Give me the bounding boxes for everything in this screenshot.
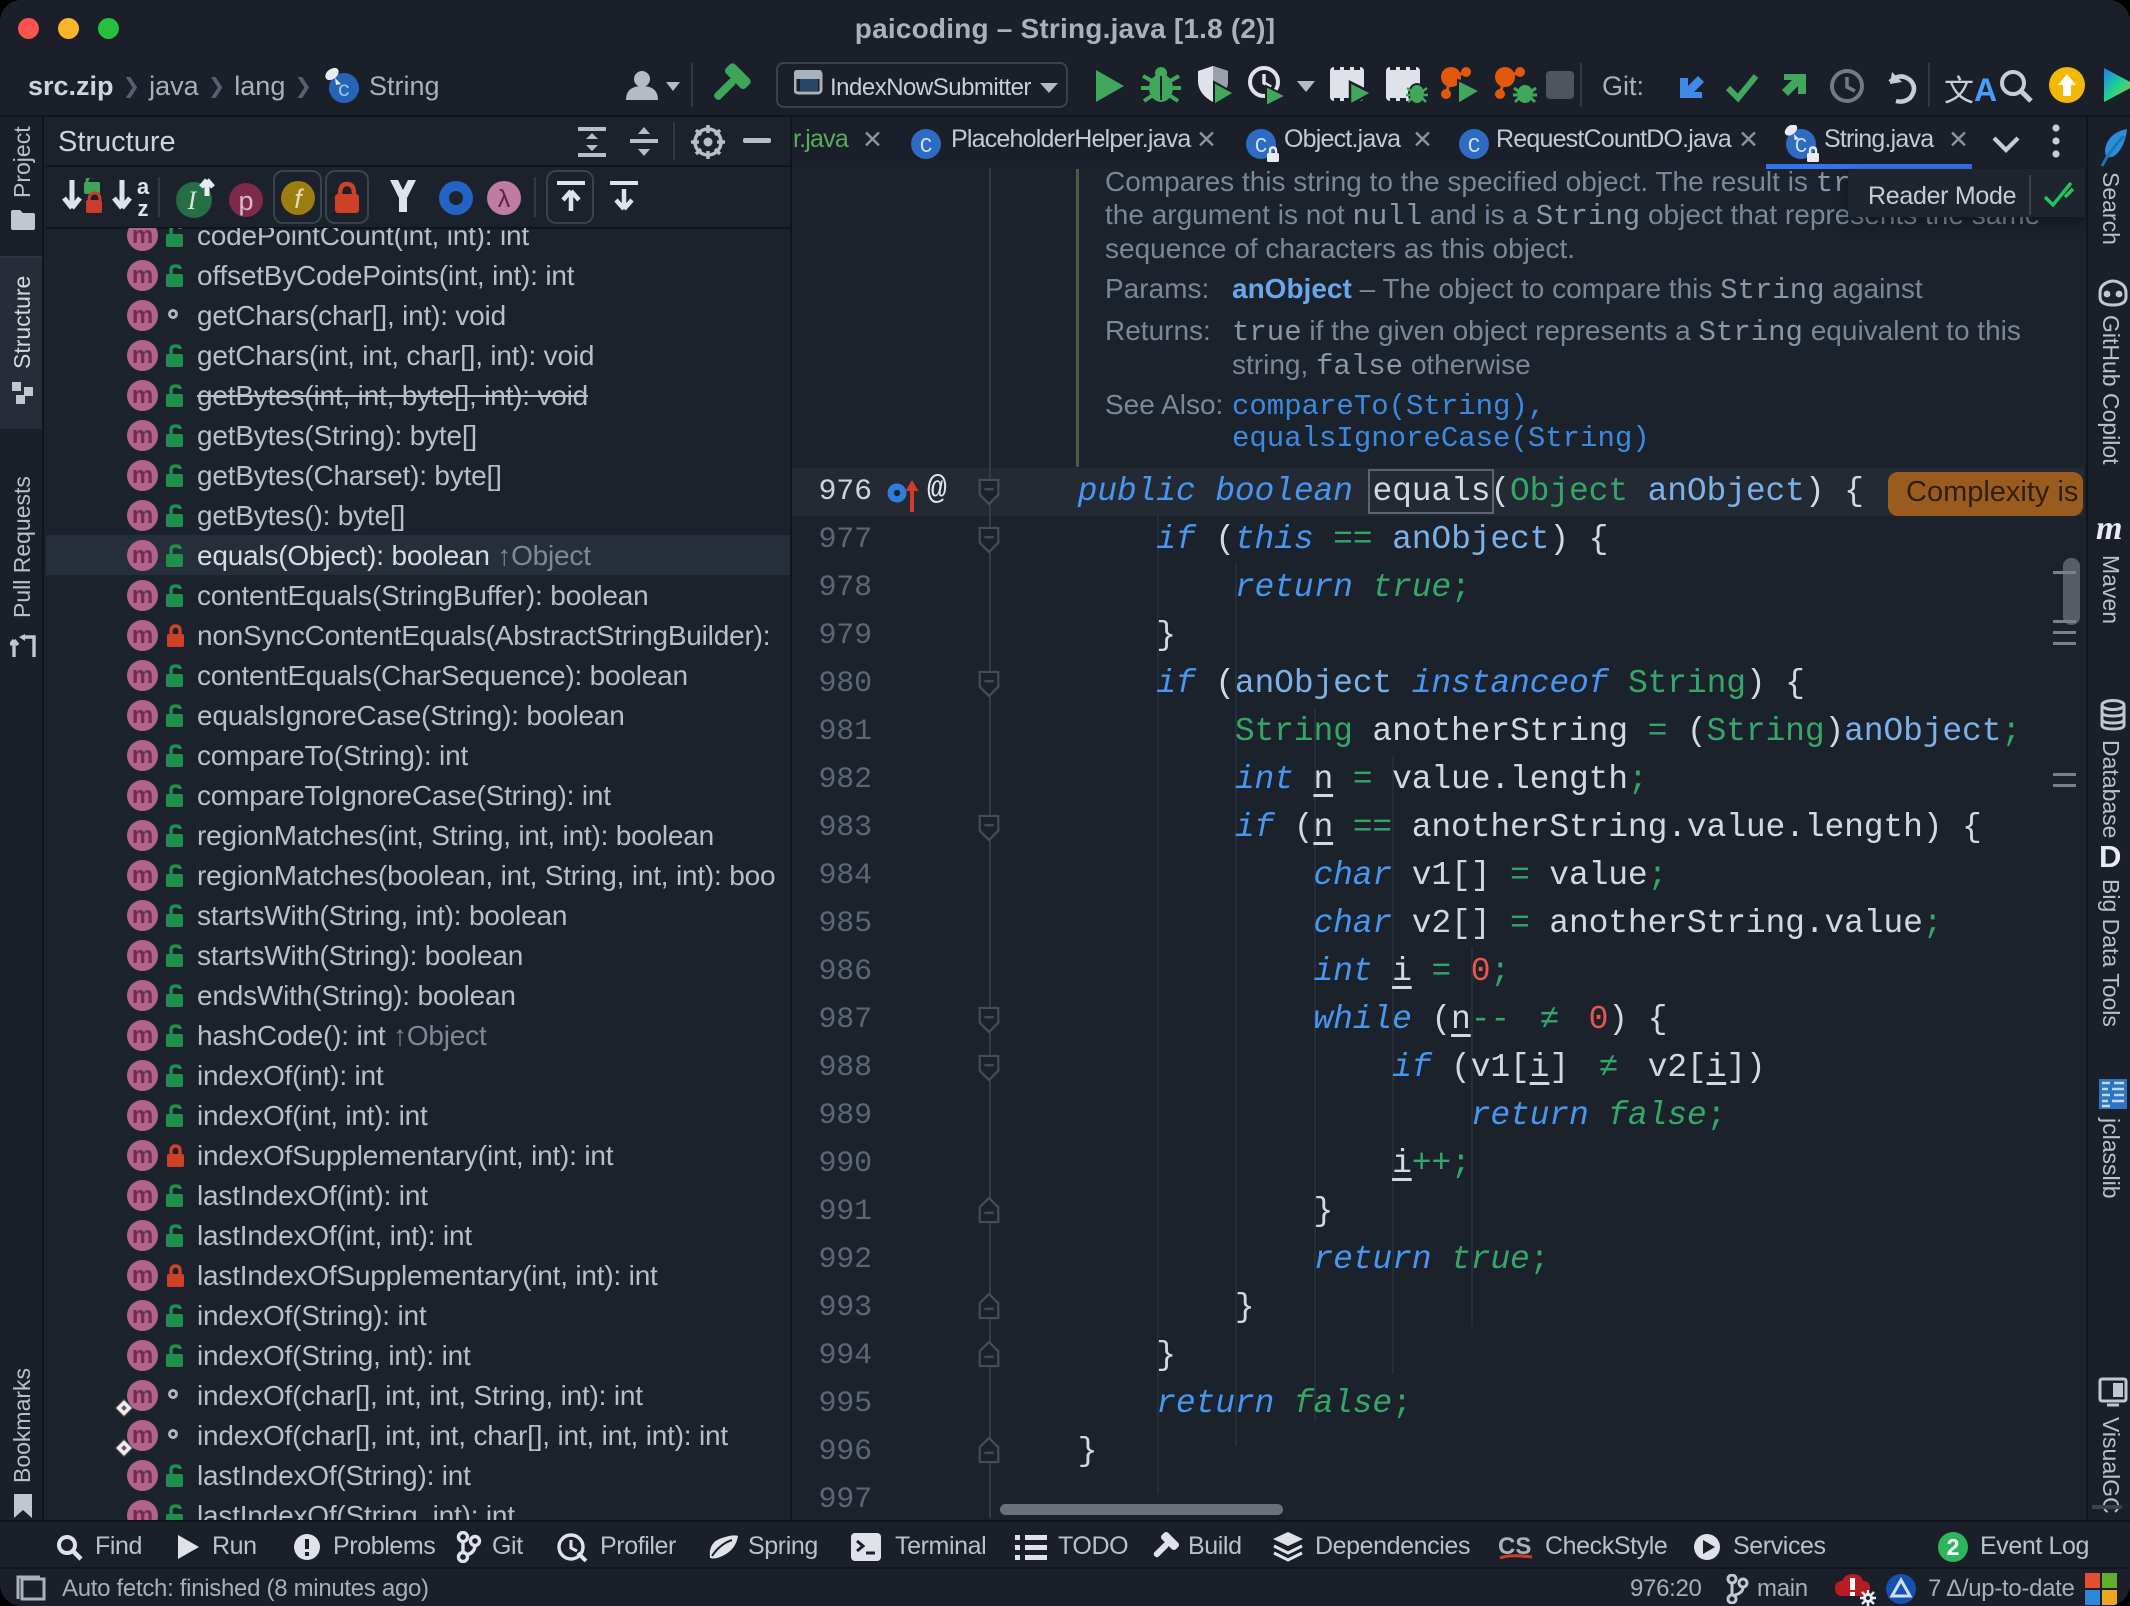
svg-text:C: C [1468, 136, 1481, 159]
svg-text:λ: λ [498, 185, 511, 213]
svg-text:z: z [138, 196, 149, 218]
svg-text:C: C [920, 136, 933, 159]
svg-text:p: p [238, 186, 253, 216]
svg-text:C: C [1255, 136, 1268, 159]
svg-text:I: I [187, 186, 198, 215]
